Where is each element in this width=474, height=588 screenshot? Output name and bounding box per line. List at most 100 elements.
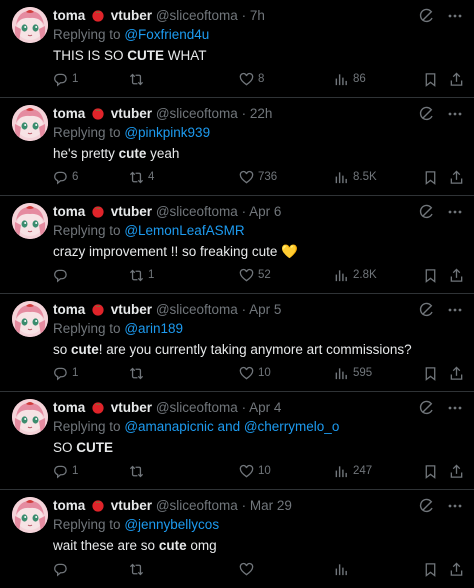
- author-vtuber[interactable]: vtuber: [111, 204, 152, 219]
- retweet-button[interactable]: [129, 70, 148, 88]
- tweet-time[interactable]: Apr 5: [249, 302, 281, 317]
- author-vtuber[interactable]: vtuber: [111, 106, 152, 121]
- tweet-time[interactable]: Apr 4: [249, 400, 281, 415]
- author-vtuber[interactable]: vtuber: [111, 498, 152, 513]
- like-button[interactable]: 736: [239, 168, 277, 186]
- tweet-text-bold: cute: [158, 538, 187, 553]
- tweet-text-part: so: [53, 342, 72, 357]
- reply-button[interactable]: 1: [53, 364, 78, 382]
- author-vtuber[interactable]: vtuber: [111, 8, 152, 23]
- grok-icon[interactable]: [419, 8, 435, 24]
- author-name[interactable]: toma: [53, 302, 85, 317]
- replying-to-handle[interactable]: @LemonLeafASMR: [124, 223, 244, 238]
- more-icon[interactable]: [446, 498, 464, 514]
- reply-button[interactable]: 6: [53, 168, 78, 186]
- author-name[interactable]: toma: [53, 400, 85, 415]
- bookmark-button[interactable]: [423, 168, 438, 186]
- more-icon[interactable]: [446, 106, 464, 122]
- reply-button[interactable]: [53, 266, 72, 284]
- grok-icon[interactable]: [419, 204, 435, 220]
- tweet-time[interactable]: Mar 29: [250, 498, 292, 513]
- replying-to-handle[interactable]: @pinkpink939: [124, 125, 210, 140]
- author-handle[interactable]: @sliceoftoma: [156, 400, 238, 415]
- like-button[interactable]: 10: [239, 364, 271, 382]
- bookmark-button[interactable]: [423, 364, 438, 382]
- reply-count: 6: [72, 171, 79, 183]
- share-button[interactable]: [449, 266, 464, 284]
- views-button[interactable]: 247: [334, 462, 372, 480]
- replying-label: Replying to: [53, 419, 121, 434]
- author-handle[interactable]: @sliceoftoma: [156, 106, 238, 121]
- author-name[interactable]: toma: [53, 204, 85, 219]
- retweet-button[interactable]: [129, 560, 148, 578]
- avatar[interactable]: [12, 301, 48, 337]
- views-button[interactable]: 2.8K: [334, 266, 377, 284]
- replying-to-handle[interactable]: @arin189: [124, 321, 183, 336]
- more-icon[interactable]: [446, 302, 464, 318]
- tweet-time[interactable]: Apr 6: [249, 204, 281, 219]
- author-vtuber[interactable]: vtuber: [111, 302, 152, 317]
- avatar[interactable]: [12, 203, 48, 239]
- replying-to-handle[interactable]: @jennybellycos: [124, 517, 219, 532]
- tweet-time[interactable]: 22h: [250, 106, 273, 121]
- heart-icon: [239, 366, 254, 381]
- more-icon[interactable]: [446, 204, 464, 220]
- bookmark-button[interactable]: [423, 462, 438, 480]
- share-button[interactable]: [449, 70, 464, 88]
- share-button[interactable]: [449, 364, 464, 382]
- author-handle[interactable]: @sliceoftoma: [156, 8, 238, 23]
- bookmark-button[interactable]: [423, 70, 438, 88]
- tweet-time[interactable]: 7h: [250, 8, 265, 23]
- reply-tweet[interactable]: toma vtuber @sliceoftoma · Apr 4 Replyin…: [0, 392, 474, 490]
- replying-to-handle[interactable]: @Foxfriend4u: [124, 27, 209, 42]
- views-button[interactable]: 8.5K: [334, 168, 377, 186]
- reply-tweet[interactable]: toma vtuber @sliceoftoma · 22h Replying …: [0, 98, 474, 196]
- avatar-image: [12, 105, 48, 141]
- views-button[interactable]: [334, 560, 353, 578]
- share-icon: [449, 464, 464, 479]
- replying-to: Replying to @Foxfriend4u: [53, 27, 464, 43]
- reply-tweet[interactable]: toma vtuber @sliceoftoma · Mar 29 Replyi…: [0, 490, 474, 588]
- grok-icon[interactable]: [419, 302, 435, 318]
- reply-tweet[interactable]: toma vtuber @sliceoftoma · Apr 5 Replyin…: [0, 294, 474, 392]
- retweet-button[interactable]: [129, 364, 148, 382]
- views-button[interactable]: 86: [334, 70, 366, 88]
- retweet-button[interactable]: 4: [129, 168, 154, 186]
- retweet-icon: [129, 366, 144, 381]
- like-button[interactable]: [239, 560, 258, 578]
- share-button[interactable]: [449, 560, 464, 578]
- reply-button[interactable]: 1: [53, 462, 78, 480]
- grok-icon[interactable]: [419, 400, 435, 416]
- bookmark-button[interactable]: [423, 266, 438, 284]
- author-handle[interactable]: @sliceoftoma: [156, 498, 238, 513]
- like-button[interactable]: 52: [239, 266, 271, 284]
- reply-button[interactable]: [53, 560, 72, 578]
- views-button[interactable]: 595: [334, 364, 372, 382]
- replying-to-handle[interactable]: @amanapicnic and @cherrymelo_o: [124, 419, 339, 434]
- avatar[interactable]: [12, 7, 48, 43]
- author-vtuber[interactable]: vtuber: [111, 400, 152, 415]
- more-icon[interactable]: [446, 8, 464, 24]
- like-button[interactable]: 8: [239, 70, 264, 88]
- grok-icon[interactable]: [419, 498, 435, 514]
- avatar[interactable]: [12, 399, 48, 435]
- reply-tweet[interactable]: toma vtuber @sliceoftoma · 7h Replying t…: [0, 0, 474, 98]
- more-icon[interactable]: [446, 400, 464, 416]
- reply-button[interactable]: 1: [53, 70, 78, 88]
- like-button[interactable]: 10: [239, 462, 271, 480]
- author-name[interactable]: toma: [53, 8, 85, 23]
- author-name[interactable]: toma: [53, 106, 85, 121]
- author-handle[interactable]: @sliceoftoma: [156, 204, 238, 219]
- grok-icon[interactable]: [419, 106, 435, 122]
- reply-tweet[interactable]: toma vtuber @sliceoftoma · Apr 6 Replyin…: [0, 196, 474, 294]
- tweet-text-part: omg: [186, 538, 217, 553]
- share-button[interactable]: [449, 462, 464, 480]
- retweet-button[interactable]: 1: [129, 266, 154, 284]
- share-button[interactable]: [449, 168, 464, 186]
- avatar[interactable]: [12, 497, 48, 533]
- bookmark-button[interactable]: [423, 560, 438, 578]
- retweet-button[interactable]: [129, 462, 148, 480]
- avatar[interactable]: [12, 105, 48, 141]
- author-name[interactable]: toma: [53, 498, 85, 513]
- author-handle[interactable]: @sliceoftoma: [156, 302, 238, 317]
